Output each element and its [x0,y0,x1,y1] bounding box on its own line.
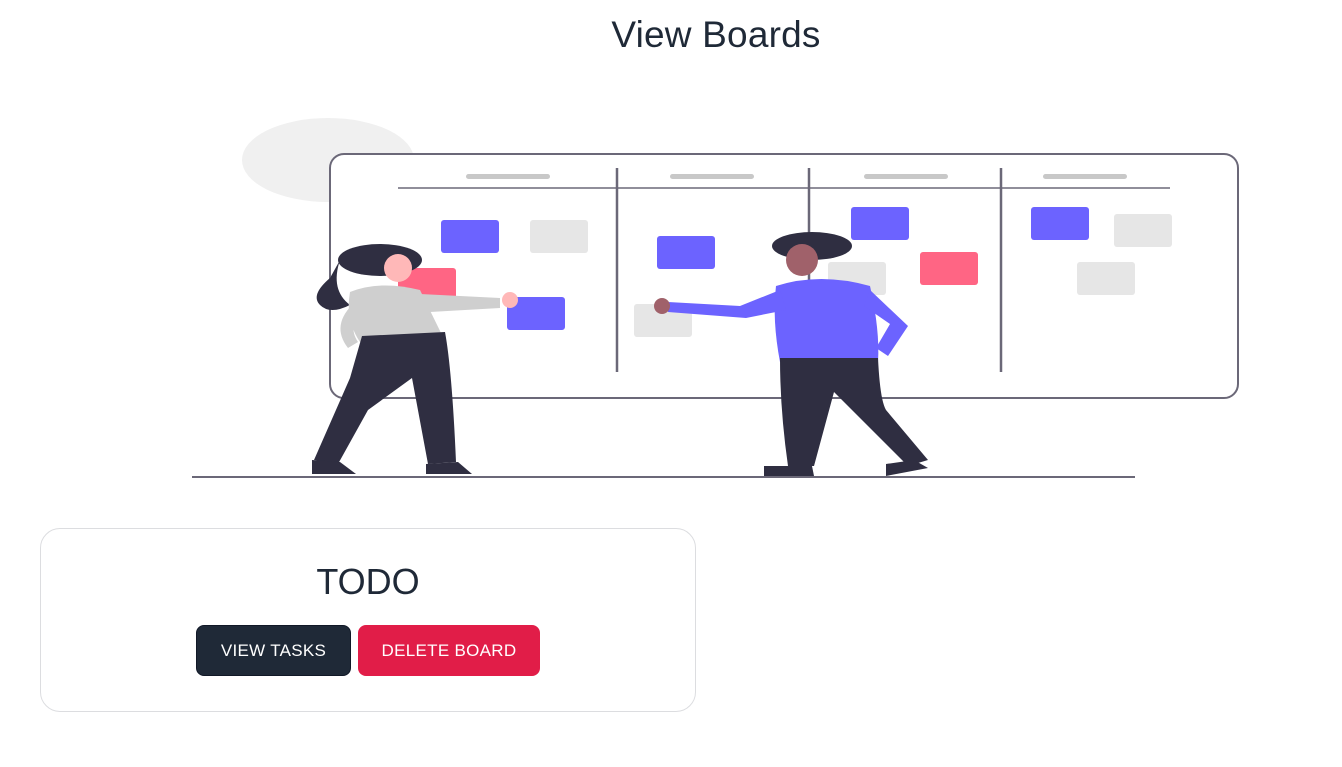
note [1031,207,1089,240]
kanban-illustration [192,118,1239,478]
note [1114,214,1172,247]
note [441,220,499,253]
note [657,236,715,269]
view-boards-page: View Boards TODO VIEW TASKS DELETE BOARD [0,0,1342,767]
note [1077,262,1135,295]
note [530,220,588,253]
page-title: View Boards [611,14,821,55]
delete-board-button[interactable]: DELETE BOARD [358,625,540,676]
board-card: TODO VIEW TASKS DELETE BOARD [40,528,696,712]
note [920,252,978,285]
note [851,207,909,240]
board-title: TODO [316,561,420,602]
board-actions: VIEW TASKS DELETE BOARD [41,625,695,676]
view-tasks-button[interactable]: VIEW TASKS [196,625,351,676]
